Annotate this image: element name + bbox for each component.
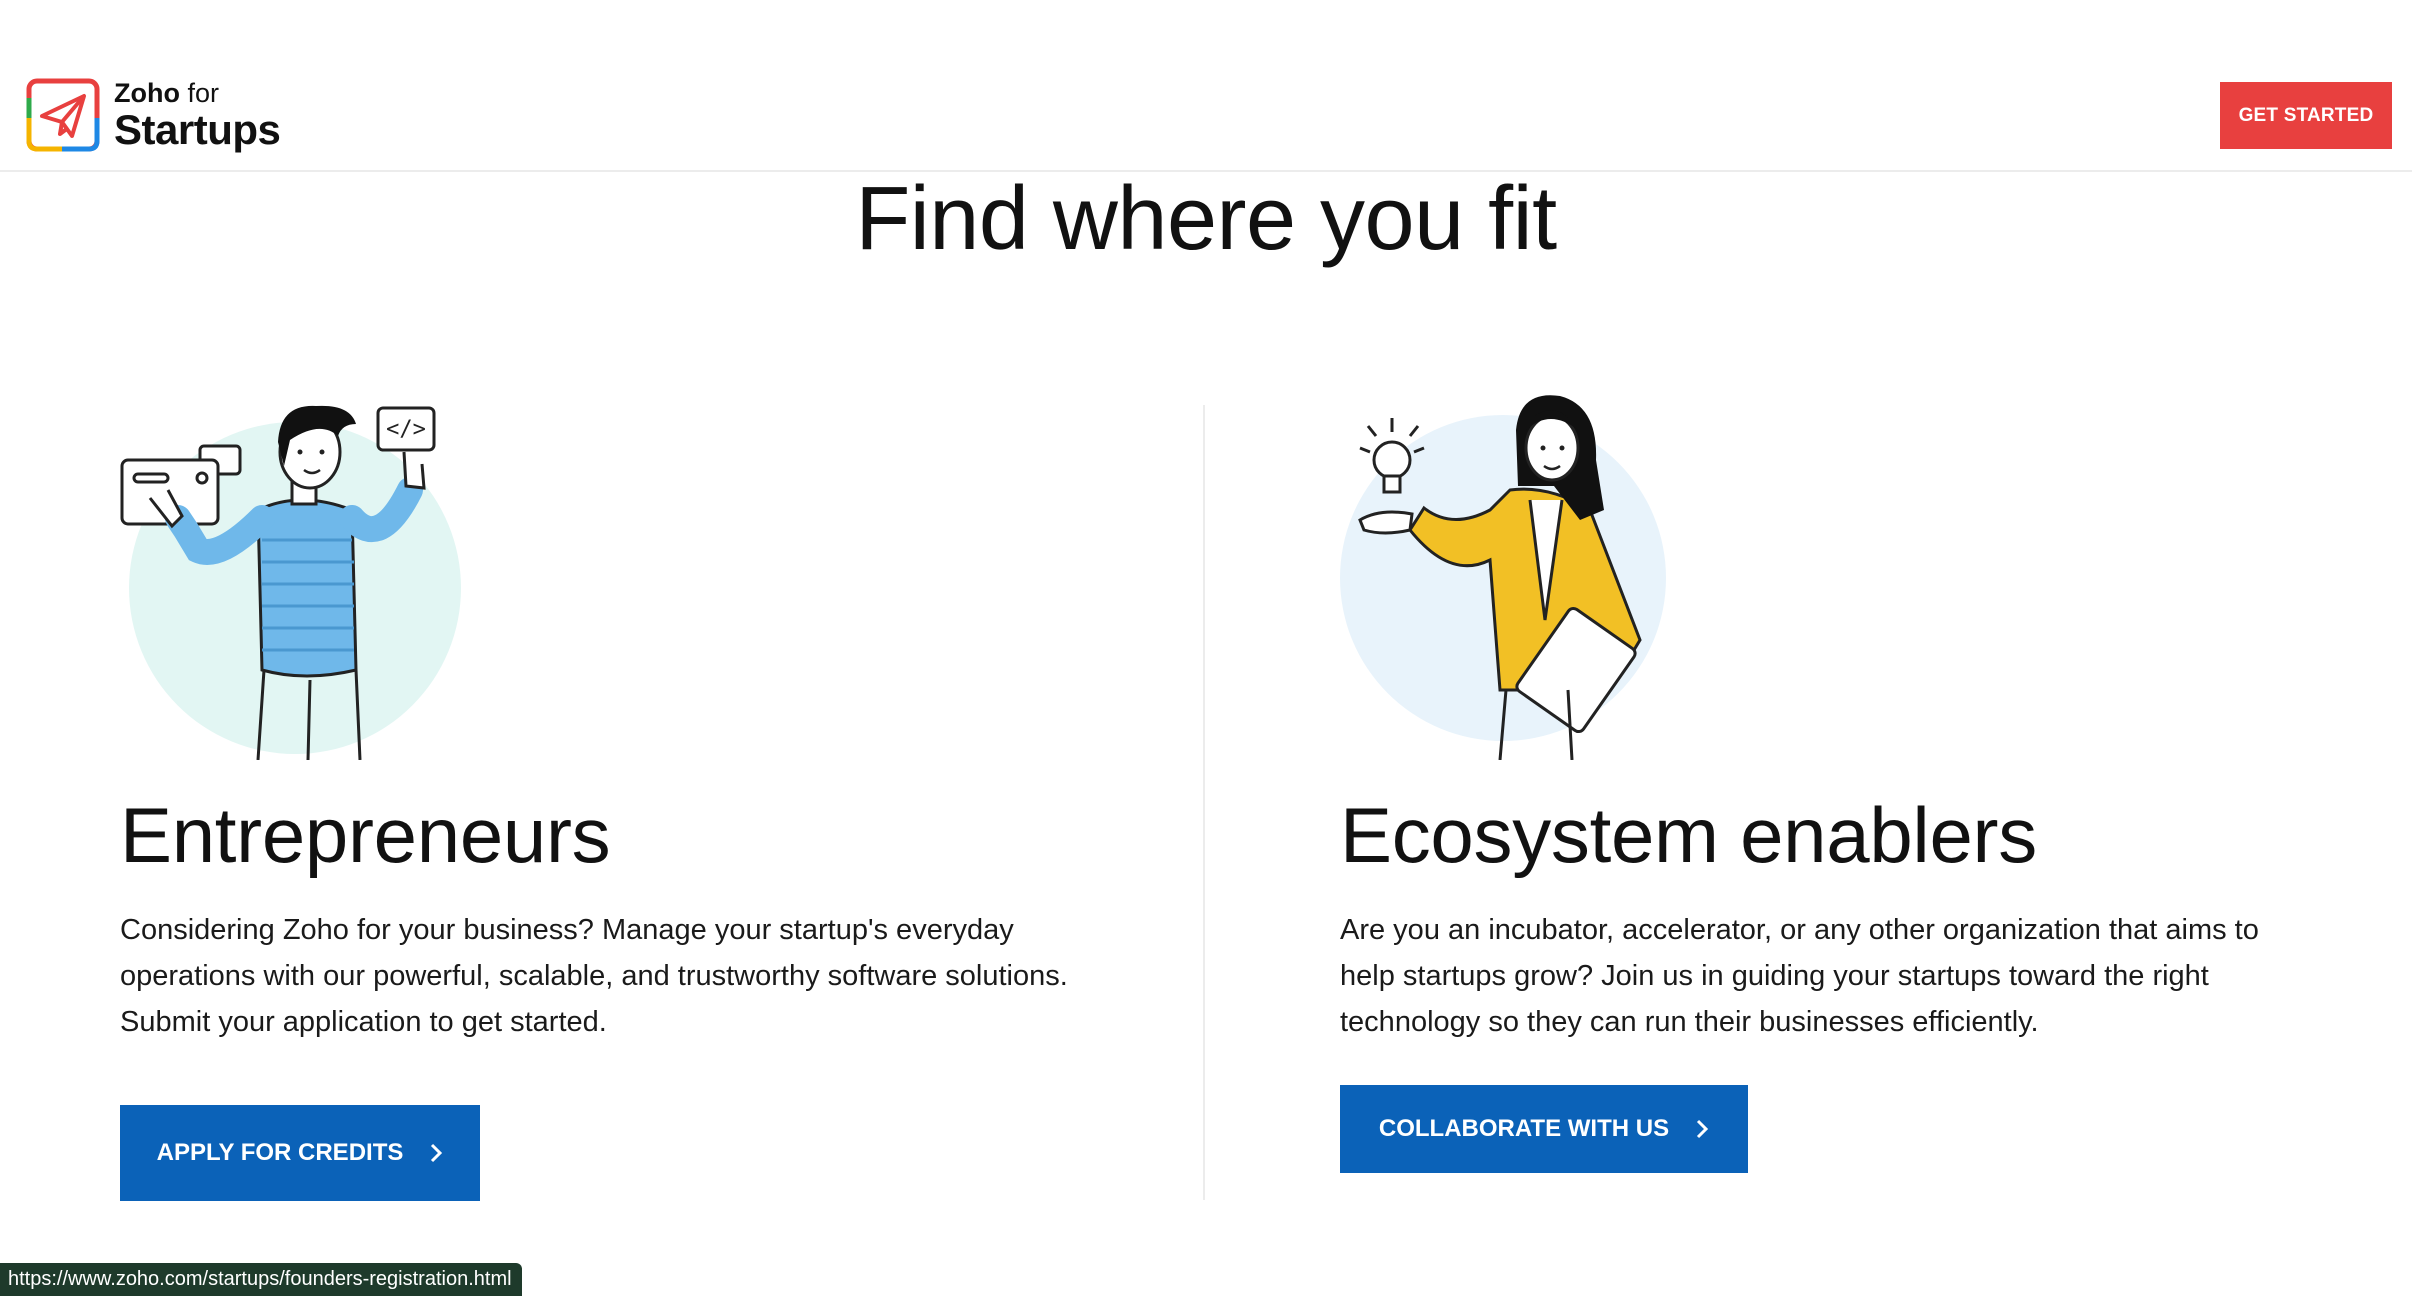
man-with-cards-illustration-icon: </>: [120, 405, 461, 760]
woman-with-lightbulb-illustration-icon: [1340, 395, 1666, 760]
svg-text:</>: </>: [386, 417, 426, 442]
get-started-button[interactable]: GET STARTED: [2220, 82, 2392, 149]
entrepreneurs-description: Considering Zoho for your business? Mana…: [120, 914, 1068, 1038]
entrepreneurs-title: Entrepreneurs: [120, 791, 611, 879]
logo-line-1: Zoho for: [114, 77, 219, 108]
column-divider: [1203, 405, 1205, 1200]
site-header: Zoho for Startups GET STARTED: [0, 0, 2412, 172]
logo-wordmark: Zoho for Startups: [114, 77, 281, 153]
paper-plane-logo-icon: [26, 78, 100, 152]
apply-for-credits-button[interactable]: APPLY FOR CREDITS: [120, 1105, 480, 1201]
logo-line-2: Startups: [114, 105, 281, 153]
browser-status-bar-url: https://www.zoho.com/startups/founders-r…: [0, 1263, 522, 1296]
apply-for-credits-label: APPLY FOR CREDITS: [156, 1139, 404, 1166]
ecosystem-enablers-description: Are you an incubator, accelerator, or an…: [1340, 914, 2259, 1038]
collaborate-with-us-button[interactable]: COLLABORATE WITH US: [1340, 1085, 1748, 1173]
ecosystem-enablers-title: Ecosystem enablers: [1340, 791, 2037, 879]
zoho-startups-logo[interactable]: Zoho for Startups: [26, 77, 281, 153]
chevron-right-icon: [1697, 1119, 1709, 1139]
page-title: Find where you fit: [855, 169, 1557, 269]
chevron-right-icon: [431, 1143, 443, 1163]
collaborate-with-us-label: COLLABORATE WITH US: [1378, 1115, 1670, 1142]
